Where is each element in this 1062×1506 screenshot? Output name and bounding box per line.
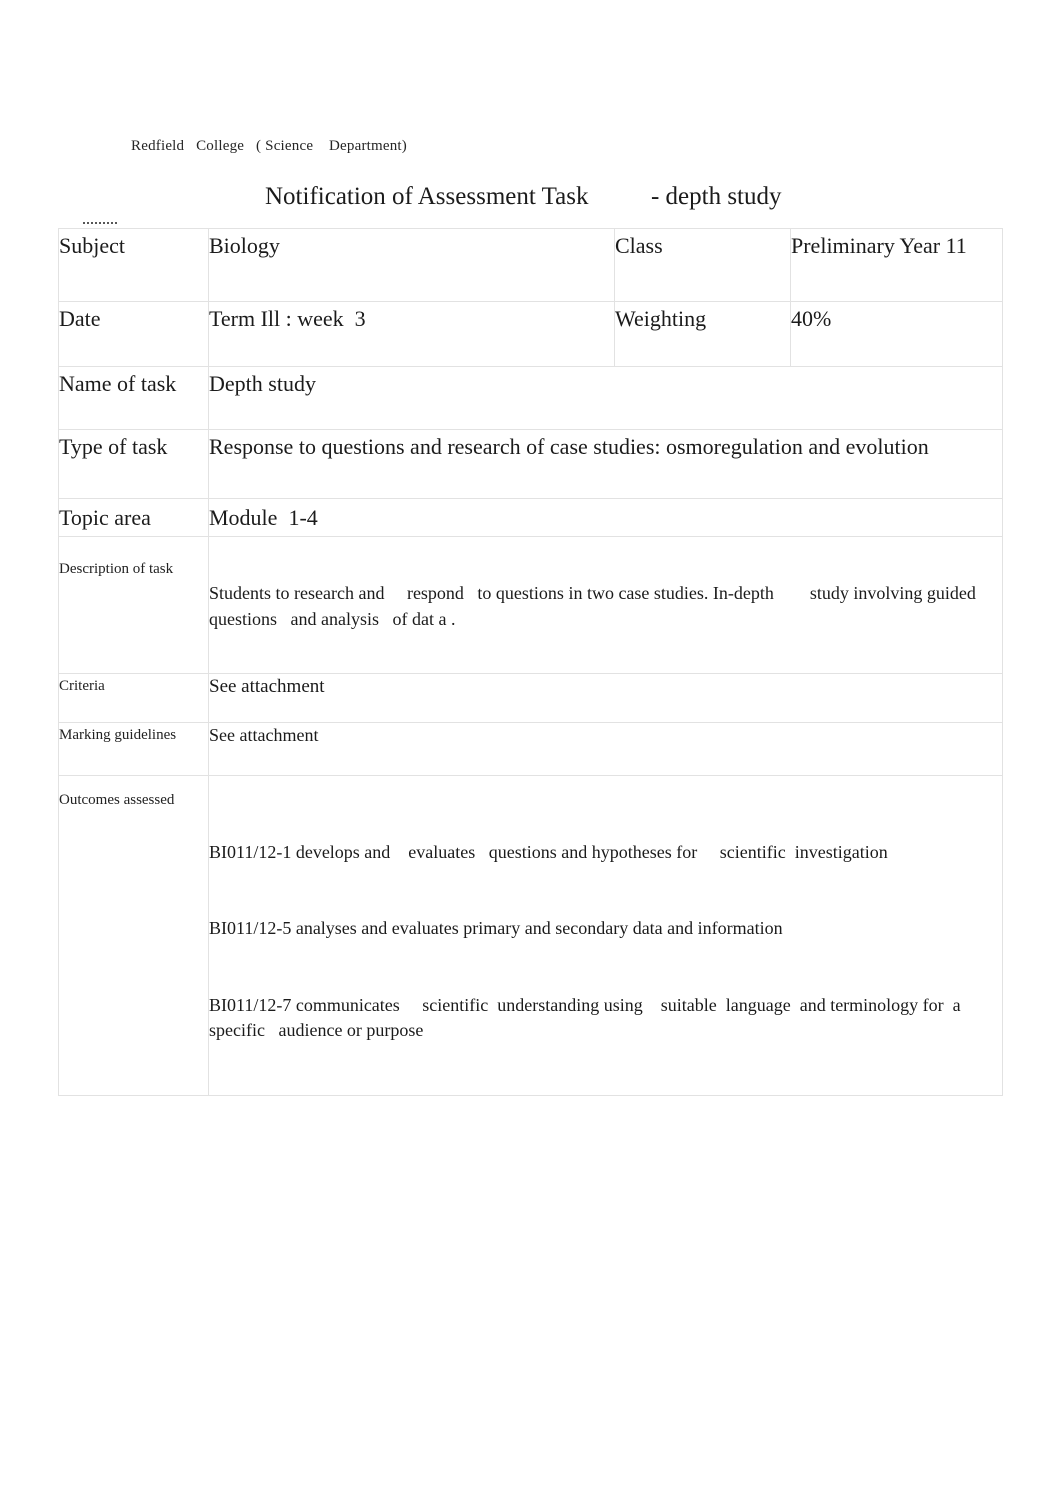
label-class: Class <box>614 228 791 302</box>
value-marking-guidelines: See attachment <box>208 722 1003 777</box>
table-row: Topic area Module 1-4 <box>58 497 1003 538</box>
dotted-artifact <box>83 222 117 227</box>
label-weighting: Weighting <box>614 301 791 367</box>
value-topic-area: Module 1-4 <box>208 497 1003 538</box>
label-type-of-task: Type of task <box>58 429 209 499</box>
label-topic-area: Topic area <box>58 497 209 538</box>
value-description-of-task: Students to research and respond to ques… <box>208 536 1003 675</box>
value-outcomes-assessed: BI011/12-1 develops and evaluates questi… <box>208 775 1003 1096</box>
table-row: Type of task Response to questions and r… <box>58 429 1003 499</box>
value-type-of-task: Response to questions and research of ca… <box>208 429 1003 499</box>
label-outcomes-assessed: Outcomes assessed <box>58 775 209 1096</box>
outcome-line-3: BI011/12-7 communicates scientific under… <box>209 994 966 1041</box>
table-row: Criteria See attachment <box>58 673 1003 724</box>
table-row: Name of task Depth study <box>58 366 1003 430</box>
label-description-of-task: Description of task <box>58 536 209 675</box>
table-row: Description of task Students to research… <box>58 536 1003 675</box>
table-row: Subject Biology Class Preliminary Year 1… <box>58 228 1003 302</box>
table-row: Outcomes assessed BI011/12-1 develops an… <box>58 775 1003 1096</box>
outcome-line-2: BI011/12-5 analyses and evaluates primar… <box>209 918 783 939</box>
outcome-line-1: BI011/12-1 develops and evaluates questi… <box>209 841 888 862</box>
assessment-details-table: Subject Biology Class Preliminary Year 1… <box>58 228 1003 1096</box>
value-weighting: 40% <box>790 301 1003 367</box>
table-row: Date Term Ill : week 3 Weighting 40% <box>58 301 1003 367</box>
label-criteria: Criteria <box>58 673 209 724</box>
value-criteria: See attachment <box>208 673 1003 724</box>
school-department-heading: Redfield College ( Science Department) <box>131 138 407 154</box>
value-date: Term Ill : week 3 <box>208 301 615 367</box>
label-name-of-task: Name of task <box>58 366 209 430</box>
document-page: Redfield College ( Science Department) N… <box>0 0 1062 1506</box>
label-subject: Subject <box>58 228 209 302</box>
label-date: Date <box>58 301 209 367</box>
table-row: Marking guidelines See attachment <box>58 722 1003 777</box>
value-name-of-task: Depth study <box>208 366 1003 430</box>
value-class: Preliminary Year 11 <box>790 228 1003 302</box>
value-subject: Biology <box>208 228 615 302</box>
label-marking-guidelines: Marking guidelines <box>58 722 209 777</box>
page-title: Notification of Assessment Task - depth … <box>265 183 782 210</box>
